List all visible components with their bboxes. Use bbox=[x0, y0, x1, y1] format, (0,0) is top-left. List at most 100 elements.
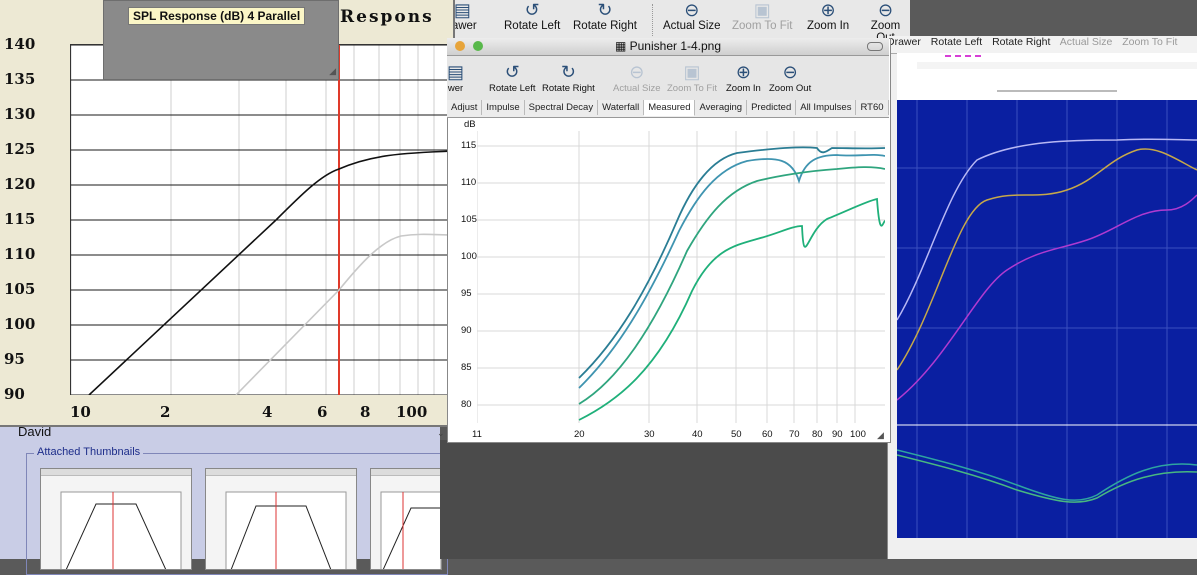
rotate-right-icon: ↻ bbox=[573, 0, 637, 20]
rotate-left-icon: ↺ bbox=[489, 62, 535, 82]
right-chart-header bbox=[897, 53, 1197, 100]
toolbar-toggle-button[interactable] bbox=[867, 42, 883, 51]
zoom-to-fit-button[interactable]: ▣ Zoom To Fit bbox=[667, 62, 717, 94]
magnifier-icon: ⊖ bbox=[663, 0, 721, 20]
x-tick-label: 6 bbox=[317, 403, 327, 421]
toolbar-separator bbox=[652, 4, 654, 36]
desktop-background bbox=[440, 440, 890, 559]
drawer-button[interactable]: ▤ wer bbox=[447, 62, 464, 94]
window-title: Punisher 1-4.png bbox=[630, 39, 721, 53]
tab-spectral-decay[interactable]: Spectral Decay bbox=[525, 100, 598, 115]
y-tick-label: 135 bbox=[4, 70, 35, 88]
tab-predicted[interactable]: Predicted bbox=[747, 100, 796, 115]
x-tick-label: 80 bbox=[812, 429, 823, 440]
measured-curve bbox=[579, 147, 885, 378]
tab-all-impulses[interactable]: All Impulses bbox=[796, 100, 856, 115]
analysis-tabs: AdjustImpulseSpectral DecayWaterfallMeas… bbox=[447, 100, 889, 118]
zoom-out-button[interactable]: ⊖ Zoom Out bbox=[769, 62, 811, 94]
y-tick-label: 100 bbox=[461, 251, 477, 262]
y-tick-label: 80 bbox=[461, 399, 472, 410]
zoom-to-fit-button[interactable]: ▣ Zoom To Fit bbox=[732, 0, 793, 32]
rotate-left-button[interactable]: ↺ Rotate Left bbox=[489, 62, 535, 94]
x-tick-label: 30 bbox=[644, 429, 655, 440]
y-tick-label: 105 bbox=[4, 280, 35, 298]
drawer-icon: ▤ bbox=[447, 62, 464, 82]
minimize-button[interactable] bbox=[455, 41, 465, 51]
x-tick-label: 60 bbox=[762, 429, 773, 440]
measured-curve bbox=[579, 199, 885, 420]
window-title-bar[interactable]: ▦ Punisher 1-4.png bbox=[447, 38, 889, 56]
zoom-to-fit-icon: ▣ bbox=[667, 62, 717, 82]
x-tick-label: 70 bbox=[789, 429, 800, 440]
resize-grip-icon[interactable]: ◢ bbox=[329, 66, 336, 77]
x-tick-label: 4 bbox=[262, 403, 272, 421]
actual-size-button[interactable]: ⊖ Actual Size bbox=[613, 62, 661, 94]
zoom-button[interactable] bbox=[473, 41, 483, 51]
rotate-right-button[interactable]: Rotate Right bbox=[992, 36, 1050, 48]
attachments-title: Attached Thumbnails bbox=[34, 446, 143, 458]
x-tick-label: 8 bbox=[360, 403, 370, 421]
zoom-out-icon: ⊖ bbox=[861, 0, 910, 20]
x-tick-label: 20 bbox=[574, 429, 585, 440]
tab-rt60[interactable]: RT60 bbox=[856, 100, 888, 115]
x-tick-label: 90 bbox=[832, 429, 843, 440]
y-tick-label: 110 bbox=[461, 177, 476, 188]
rotate-right-button[interactable]: ↻ Rotate Right bbox=[542, 62, 595, 94]
x-tick-label: 100 bbox=[850, 429, 866, 440]
back-window-toolbar: ▤ rawer ↺ Rotate Left ↻ Rotate Right ⊖ A… bbox=[440, 0, 910, 40]
response-curve-reference bbox=[236, 234, 454, 395]
tab-measured[interactable]: Measured bbox=[644, 100, 695, 116]
magnifier-icon: ⊖ bbox=[613, 62, 661, 82]
y-tick-label: 115 bbox=[4, 210, 35, 228]
zoom-in-icon: ⊕ bbox=[807, 0, 849, 20]
actual-size-button[interactable]: Actual Size bbox=[1060, 36, 1113, 48]
resize-grip-icon[interactable]: ◢ bbox=[877, 430, 884, 441]
spl-chart bbox=[71, 45, 454, 395]
zoom-out-icon: ⊖ bbox=[769, 62, 811, 82]
thumbnail-chart-image bbox=[41, 476, 191, 570]
file-icon: ▦ bbox=[615, 39, 630, 53]
tab-averaging[interactable]: Averaging bbox=[695, 100, 747, 115]
zoom-in-button[interactable]: ⊕ Zoom In bbox=[726, 62, 761, 94]
x-tick-label: 50 bbox=[731, 429, 742, 440]
y-axis-unit: dB bbox=[464, 119, 476, 130]
x-tick-label: 100 bbox=[396, 403, 427, 421]
middle-window-toolbar: ▤ wer ↺ Rotate Left ↻ Rotate Right ⊖ Act… bbox=[447, 56, 889, 101]
x-tick-label: 40 bbox=[692, 429, 703, 440]
y-tick-label: 110 bbox=[4, 245, 35, 263]
tab-adjust[interactable]: Adjust bbox=[447, 100, 482, 115]
measured-curve bbox=[579, 155, 885, 388]
rotate-left-button[interactable]: Rotate Left bbox=[931, 36, 982, 48]
zoom-in-button[interactable]: ⊕ Zoom In bbox=[807, 0, 849, 32]
rotate-right-icon: ↻ bbox=[542, 62, 595, 82]
scroll-arrow-icon[interactable]: ⌄ bbox=[437, 428, 445, 439]
y-tick-label: 85 bbox=[461, 362, 472, 373]
right-chart-image bbox=[897, 100, 1197, 538]
y-tick-label: 105 bbox=[461, 214, 477, 225]
tab-impulse[interactable]: Impulse bbox=[482, 100, 524, 115]
measured-plot-area bbox=[477, 131, 885, 423]
rotate-right-button[interactable]: ↻ Rotate Right bbox=[573, 0, 637, 32]
right-chart-legend-image bbox=[897, 53, 1197, 100]
attachment-thumbnail[interactable] bbox=[40, 468, 192, 570]
y-tick-label: 95 bbox=[461, 288, 472, 299]
spl-plot-area bbox=[70, 44, 454, 395]
y-tick-label: 115 bbox=[461, 140, 476, 151]
zoom-to-fit-icon: ▣ bbox=[732, 0, 793, 20]
drawer-button[interactable]: Drawer bbox=[887, 36, 921, 48]
rotate-left-button[interactable]: ↺ Rotate Left bbox=[504, 0, 560, 32]
tooltip-label: SPL Response (dB) 4 Parallel bbox=[128, 7, 305, 25]
y-tick-label: 95 bbox=[4, 350, 25, 368]
measured-chart bbox=[477, 131, 885, 423]
tab-waterfall[interactable]: Waterfall bbox=[598, 100, 644, 115]
attachment-thumbnail[interactable] bbox=[205, 468, 357, 570]
attachment-thumbnail[interactable] bbox=[370, 468, 442, 570]
chart-title: Respons bbox=[340, 7, 434, 27]
zoom-to-fit-button[interactable]: Zoom To Fit bbox=[1122, 36, 1177, 48]
y-tick-label: 120 bbox=[4, 175, 35, 193]
y-tick-label: 90 bbox=[461, 325, 472, 336]
y-tick-label: 140 bbox=[4, 35, 35, 53]
x-tick-label: 11 bbox=[472, 429, 482, 440]
thumbnail-chart-image bbox=[206, 476, 356, 570]
actual-size-button[interactable]: ⊖ Actual Size bbox=[663, 0, 721, 32]
